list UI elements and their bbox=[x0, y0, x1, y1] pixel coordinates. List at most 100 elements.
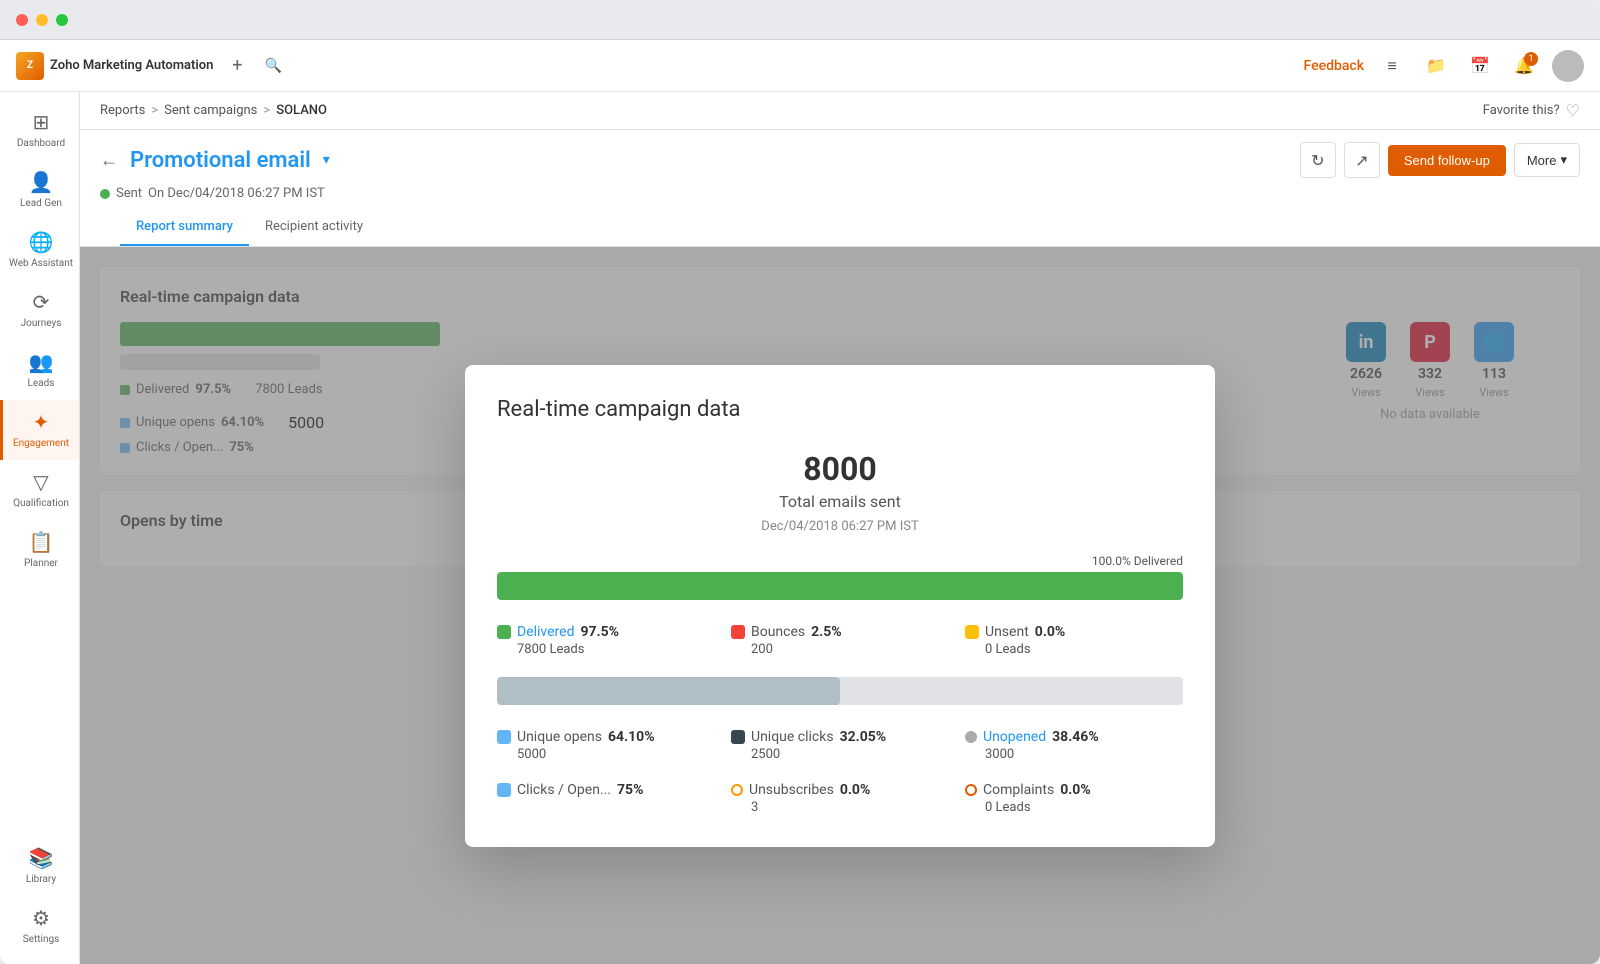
tab-recipient-activity[interactable]: Recipient activity bbox=[249, 209, 379, 246]
opens-progress-bar-inner bbox=[497, 677, 840, 705]
sidebar-label-library: Library bbox=[26, 874, 56, 886]
planner-icon: 📋 bbox=[29, 530, 54, 554]
sidebar-item-lead-gen[interactable]: 👤 Lead Gen bbox=[0, 160, 79, 220]
tab-report-summary[interactable]: Report summary bbox=[120, 209, 249, 246]
page-header-top: ← Promotional email ▾ ↻ ↗ Send follow-up… bbox=[100, 142, 1580, 178]
sidebar-label-qualification: Qualification bbox=[13, 498, 69, 510]
stat-complaints: Complaints 0.0% 0 Leads bbox=[965, 782, 1183, 815]
modal-total-num: 8000 bbox=[497, 450, 1183, 488]
delivered-pct-label: 100.0% Delivered bbox=[1092, 554, 1183, 568]
more-button[interactable]: More ▾ bbox=[1514, 143, 1580, 177]
close-button[interactable] bbox=[16, 14, 28, 26]
favorite-text: Favorite this? bbox=[1483, 103, 1560, 118]
sidebar-label-journeys: Journeys bbox=[21, 318, 62, 330]
clicks-open-stat-icon bbox=[497, 783, 511, 797]
sidebar-item-settings[interactable]: ⚙ Settings bbox=[0, 896, 79, 956]
unsubscribes-stat-pct: 0.0% bbox=[840, 782, 870, 798]
qualification-icon: ▽ bbox=[33, 470, 48, 494]
title-dropdown-icon[interactable]: ▾ bbox=[323, 152, 330, 168]
modal-overlay[interactable]: Real-time campaign data 8000 Total email… bbox=[80, 247, 1600, 964]
maximize-button[interactable] bbox=[56, 14, 68, 26]
complaints-stat-value: 0 Leads bbox=[965, 800, 1183, 815]
stats-grid-2: Unique opens 64.10% 5000 Unique clicks 3… bbox=[497, 729, 1183, 815]
add-tab-button[interactable]: + bbox=[225, 54, 249, 78]
stat-unsent: Unsent 0.0% 0 Leads bbox=[965, 624, 1183, 657]
unsent-stat-value: 0 Leads bbox=[965, 642, 1183, 657]
unsent-stat-label: Unsent bbox=[985, 624, 1029, 640]
modal-total: 8000 Total emails sent bbox=[497, 450, 1183, 511]
stat-clicks-open: Clicks / Open... 75% bbox=[497, 782, 715, 815]
heart-icon[interactable]: ♡ bbox=[1566, 101, 1580, 120]
sidebar-label-planner: Planner bbox=[24, 558, 58, 570]
list-view-button[interactable]: ≡ bbox=[1376, 50, 1408, 82]
breadcrumb: Reports > Sent campaigns > SOLANO Favori… bbox=[80, 92, 1600, 130]
modal-total-label: Total emails sent bbox=[497, 492, 1183, 511]
bounces-stat-icon bbox=[731, 625, 745, 639]
sidebar-label-settings: Settings bbox=[23, 934, 60, 946]
avatar[interactable] bbox=[1552, 50, 1584, 82]
delivered-progress-bar-inner bbox=[497, 572, 1183, 600]
notifications-button[interactable]: 🔔 1 bbox=[1508, 50, 1540, 82]
modal-title: Real-time campaign data bbox=[497, 397, 1183, 422]
unique-opens-stat-value: 5000 bbox=[497, 747, 715, 762]
breadcrumb-sent-campaigns[interactable]: Sent campaigns bbox=[164, 103, 257, 118]
unsubscribes-stat-icon bbox=[731, 784, 743, 796]
stat-unique-opens: Unique opens 64.10% 5000 bbox=[497, 729, 715, 762]
feedback-link[interactable]: Feedback bbox=[1304, 58, 1364, 74]
engagement-icon: ✦ bbox=[33, 410, 50, 434]
app-logo: Z Zoho Marketing Automation bbox=[16, 52, 213, 80]
library-icon: 📚 bbox=[29, 846, 54, 870]
sidebar-item-planner[interactable]: 📋 Planner bbox=[0, 520, 79, 580]
nav-bar: Z Zoho Marketing Automation + 🔍 Feedback… bbox=[0, 40, 1600, 92]
delivered-stat-pct: 97.5% bbox=[580, 624, 619, 640]
logo-icon: Z bbox=[16, 52, 44, 80]
stat-bounces: Bounces 2.5% 200 bbox=[731, 624, 949, 657]
unsent-stat-pct: 0.0% bbox=[1035, 624, 1065, 640]
stat-unique-clicks: Unique clicks 32.05% 2500 bbox=[731, 729, 949, 762]
unopened-stat-label: Unopened bbox=[983, 729, 1046, 745]
sidebar-item-qualification[interactable]: ▽ Qualification bbox=[0, 460, 79, 520]
sidebar: ⊞ Dashboard 👤 Lead Gen 🌐 Web Assistant ⟳… bbox=[0, 92, 80, 964]
more-chevron-icon: ▾ bbox=[1560, 152, 1567, 168]
complaints-stat-label: Complaints bbox=[983, 782, 1054, 798]
sidebar-item-web-assistant[interactable]: 🌐 Web Assistant bbox=[0, 220, 79, 280]
calendar-button[interactable]: 📅 bbox=[1464, 50, 1496, 82]
back-button[interactable]: ← bbox=[100, 150, 118, 171]
share-button[interactable]: ↗ bbox=[1344, 142, 1380, 178]
modal-date: Dec/04/2018 06:27 PM IST bbox=[497, 519, 1183, 534]
notification-badge: 1 bbox=[1524, 52, 1538, 66]
breadcrumb-sep-1: > bbox=[151, 103, 158, 118]
unsubscribes-stat-value: 3 bbox=[731, 800, 949, 815]
settings-icon: ⚙ bbox=[32, 906, 50, 930]
send-followup-button[interactable]: Send follow-up bbox=[1388, 145, 1506, 176]
sidebar-item-engagement[interactable]: ✦ Engagement bbox=[0, 400, 79, 460]
breadcrumb-current: SOLANO bbox=[276, 103, 327, 118]
title-bar bbox=[0, 0, 1600, 40]
stat-delivered: Delivered 97.5% 7800 Leads bbox=[497, 624, 715, 657]
minimize-button[interactable] bbox=[36, 14, 48, 26]
sidebar-item-leads[interactable]: 👥 Leads bbox=[0, 340, 79, 400]
page-content: Real-time campaign data bbox=[80, 247, 1600, 964]
sidebar-label-leads: Leads bbox=[28, 378, 55, 390]
delivered-stat-value: 7800 Leads bbox=[497, 642, 715, 657]
page-title: Promotional email bbox=[130, 148, 311, 173]
app-window: Z Zoho Marketing Automation + 🔍 Feedback… bbox=[0, 0, 1600, 964]
breadcrumb-reports[interactable]: Reports bbox=[100, 103, 145, 118]
sidebar-item-library[interactable]: 📚 Library bbox=[0, 836, 79, 896]
folder-button[interactable]: 📁 bbox=[1420, 50, 1452, 82]
content-area: Reports > Sent campaigns > SOLANO Favori… bbox=[80, 92, 1600, 964]
refresh-button[interactable]: ↻ bbox=[1300, 142, 1336, 178]
unsubscribes-stat-label: Unsubscribes bbox=[749, 782, 834, 798]
sidebar-item-dashboard[interactable]: ⊞ Dashboard bbox=[0, 100, 79, 160]
unopened-stat-pct: 38.46% bbox=[1052, 729, 1099, 745]
sidebar-label-dashboard: Dashboard bbox=[17, 138, 65, 150]
sidebar-item-journeys[interactable]: ⟳ Journeys bbox=[0, 280, 79, 340]
unopened-stat-value: 3000 bbox=[965, 747, 1183, 762]
search-icon[interactable]: 🔍 bbox=[261, 54, 285, 78]
complaints-stat-pct: 0.0% bbox=[1060, 782, 1090, 798]
unique-opens-stat-pct: 64.10% bbox=[608, 729, 655, 745]
dashboard-icon: ⊞ bbox=[33, 110, 50, 134]
delivered-progress-section: 100.0% Delivered bbox=[497, 554, 1183, 600]
sent-status-dot bbox=[100, 189, 110, 199]
delivered-stat-icon bbox=[497, 625, 511, 639]
